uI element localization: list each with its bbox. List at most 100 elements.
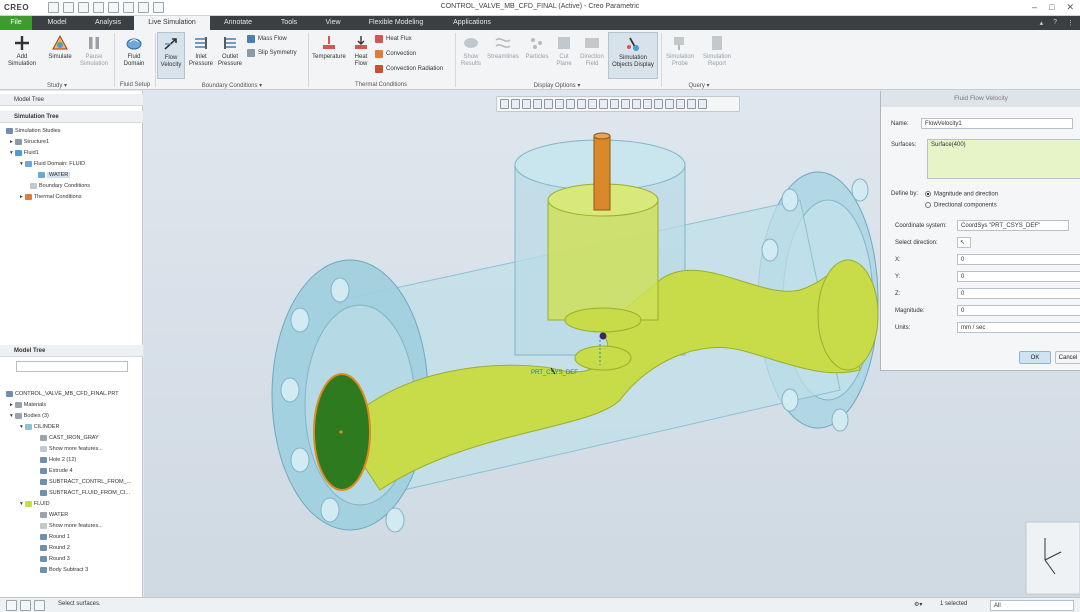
tab-annotate[interactable]: Annotate <box>216 16 260 30</box>
datum-display-icon[interactable] <box>588 99 597 109</box>
flow-velocity-button[interactable]: Flow Velocity <box>157 32 185 79</box>
repaint-icon[interactable] <box>533 99 542 109</box>
model-display-icon[interactable] <box>643 99 652 109</box>
name-field[interactable]: FlowVelocity1 <box>921 118 1073 129</box>
browser-toggle-icon[interactable] <box>20 600 31 611</box>
z-field[interactable]: 0 <box>957 288 1080 299</box>
settings-icon[interactable]: ⋮ <box>1067 19 1074 27</box>
full-screen-icon[interactable] <box>34 600 45 611</box>
zoom-in-icon[interactable] <box>511 99 520 109</box>
tree-item[interactable]: ▸ Structure1 <box>10 139 49 145</box>
navigator-toggle-icon[interactable] <box>6 600 17 611</box>
tab-live-simulation[interactable]: Live Simulation <box>134 16 210 30</box>
simulation-report-button[interactable]: Simulation Report <box>700 34 734 68</box>
tree-item[interactable]: Round 3 <box>40 556 70 562</box>
tree-item[interactable]: ▾ Fluid Domain: FLUID <box>20 161 85 167</box>
show-results-button[interactable]: Show Results <box>457 34 485 68</box>
tree-item[interactable]: ▸ Materials <box>10 402 46 408</box>
magnitude-field[interactable]: 0 <box>957 305 1080 316</box>
simulate-button[interactable]: Simulate <box>44 34 76 61</box>
x-field[interactable]: 0 <box>957 254 1080 265</box>
temperature-button[interactable]: Temperature <box>310 34 348 61</box>
maximize-icon[interactable]: □ <box>1049 2 1054 13</box>
tree-item[interactable]: ▾ Fluid1 <box>10 150 39 156</box>
tab-analysis[interactable]: Analysis <box>88 16 128 30</box>
fluid-domain-button[interactable]: Fluid Domain <box>118 34 150 68</box>
tab-file[interactable]: File <box>0 16 32 30</box>
tree-item[interactable]: Simulation Studies <box>6 128 61 134</box>
select-direction-button[interactable]: ↖ <box>957 237 971 248</box>
outlet-pressure-button[interactable]: Outlet Pressure <box>216 34 244 68</box>
tree-item[interactable]: Show more features... <box>40 523 103 529</box>
cut-plane-button[interactable]: Cut Plane <box>552 34 576 68</box>
zoom-out-icon[interactable] <box>522 99 531 109</box>
heat-flux-button[interactable]: Heat Flux <box>375 35 412 43</box>
particles-button[interactable]: Particles <box>522 34 552 61</box>
minimize-icon[interactable]: – <box>1032 2 1037 13</box>
section-icon[interactable] <box>621 99 630 109</box>
tab-view[interactable]: View <box>316 16 350 30</box>
convection-button[interactable]: Convection <box>375 50 416 58</box>
perspective-icon[interactable] <box>577 99 586 109</box>
cancel-button[interactable]: Cancel <box>1055 351 1080 364</box>
tree-item[interactable]: SUBTRACT_FLUID_FROM_CI... <box>40 490 130 496</box>
streamlines-button[interactable]: Streamlines <box>486 34 520 61</box>
tab-applications[interactable]: Applications <box>446 16 498 30</box>
ok-button[interactable]: OK <box>1019 351 1051 364</box>
selection-filter-dropdown[interactable]: All <box>990 600 1074 611</box>
annotation-display-icon[interactable] <box>599 99 608 109</box>
selection-filter-icon[interactable] <box>654 99 663 109</box>
tree-item[interactable]: Round 1 <box>40 534 70 540</box>
settings-icon[interactable] <box>698 99 707 109</box>
tree-item[interactable]: ▾ Bodies (3) <box>10 413 49 419</box>
direction-field-button[interactable]: Direction Field <box>578 34 606 68</box>
inlet-pressure-button[interactable]: Inlet Pressure <box>187 34 215 68</box>
magnitude-direction-radio[interactable]: Magnitude and direction <box>925 191 998 198</box>
pause-simulation-button[interactable]: Pause Simulation <box>78 34 110 68</box>
model-tree-tab[interactable]: Model Tree <box>0 94 143 106</box>
tab-tools[interactable]: Tools <box>272 16 306 30</box>
tree-item[interactable]: Round 2 <box>40 545 70 551</box>
tree-item[interactable]: Body Subtract 3 <box>40 567 88 573</box>
simulation-objects-display-button[interactable]: Simulation Objects Display <box>608 32 658 79</box>
collapse-ribbon-icon[interactable]: ▴ <box>1040 19 1044 27</box>
tree-item[interactable]: Boundary Conditions <box>30 183 90 189</box>
appearance-icon[interactable] <box>632 99 641 109</box>
live-simulation-icon[interactable] <box>676 99 685 109</box>
tree-item[interactable]: SUBTRACT_CONTRL_FROM_... <box>40 479 131 485</box>
selection-filter-icon[interactable]: ⚙▾ <box>914 601 922 608</box>
tree-item[interactable]: Hole 2 (12) <box>40 457 76 463</box>
simulation-display-icon[interactable] <box>665 99 674 109</box>
tree-item-water[interactable]: WATER <box>38 172 71 178</box>
simulation-probe-button[interactable]: Simulation Probe <box>664 34 696 68</box>
close-icon[interactable]: ✕ <box>1066 2 1074 13</box>
display-style-icon[interactable] <box>544 99 553 109</box>
surfaces-collector[interactable]: Surface(400) <box>927 139 1080 179</box>
model-tree-header[interactable]: Model Tree <box>0 345 143 357</box>
y-field[interactable]: 0 <box>957 271 1080 282</box>
tab-flexible-modeling[interactable]: Flexible Modeling <box>360 16 432 30</box>
model-tree-search-input[interactable] <box>16 361 128 372</box>
tree-item[interactable]: ▾ FLUID <box>20 501 50 507</box>
spin-center-icon[interactable] <box>610 99 619 109</box>
simulation-tree-header[interactable]: Simulation Tree <box>0 111 143 123</box>
mass-flow-button[interactable]: Mass Flow <box>247 35 287 43</box>
refit-icon[interactable] <box>500 99 509 109</box>
help-icon[interactable]: ? <box>1053 19 1057 27</box>
tab-model[interactable]: Model <box>40 16 74 30</box>
units-dropdown[interactable]: mm / sec <box>957 322 1080 333</box>
tree-item[interactable]: Show more features... <box>40 446 103 452</box>
saved-orientations-icon[interactable] <box>555 99 564 109</box>
heat-flow-button[interactable]: Heat Flow <box>350 34 372 68</box>
tree-item[interactable]: ▾ CILINDER <box>20 424 59 430</box>
add-simulation-button[interactable]: Add Simulation <box>4 34 40 68</box>
coordinate-system-field[interactable]: CoordSys "PRT_CSYS_DEF" <box>957 220 1069 231</box>
tree-item[interactable]: CONTROL_VALVE_MB_CFD_FINAL.PRT <box>6 391 119 397</box>
tree-item[interactable]: Extrude 4 <box>40 468 73 474</box>
slip-symmetry-button[interactable]: Slip Symmetry <box>247 49 297 57</box>
tree-item[interactable]: CAST_IRON_GRAY <box>40 435 99 441</box>
view-manager-icon[interactable] <box>566 99 575 109</box>
convection-radiation-button[interactable]: Convection Radiation <box>375 65 443 73</box>
pause-icon[interactable] <box>687 99 696 109</box>
directional-components-radio[interactable]: Directional components <box>925 202 997 209</box>
